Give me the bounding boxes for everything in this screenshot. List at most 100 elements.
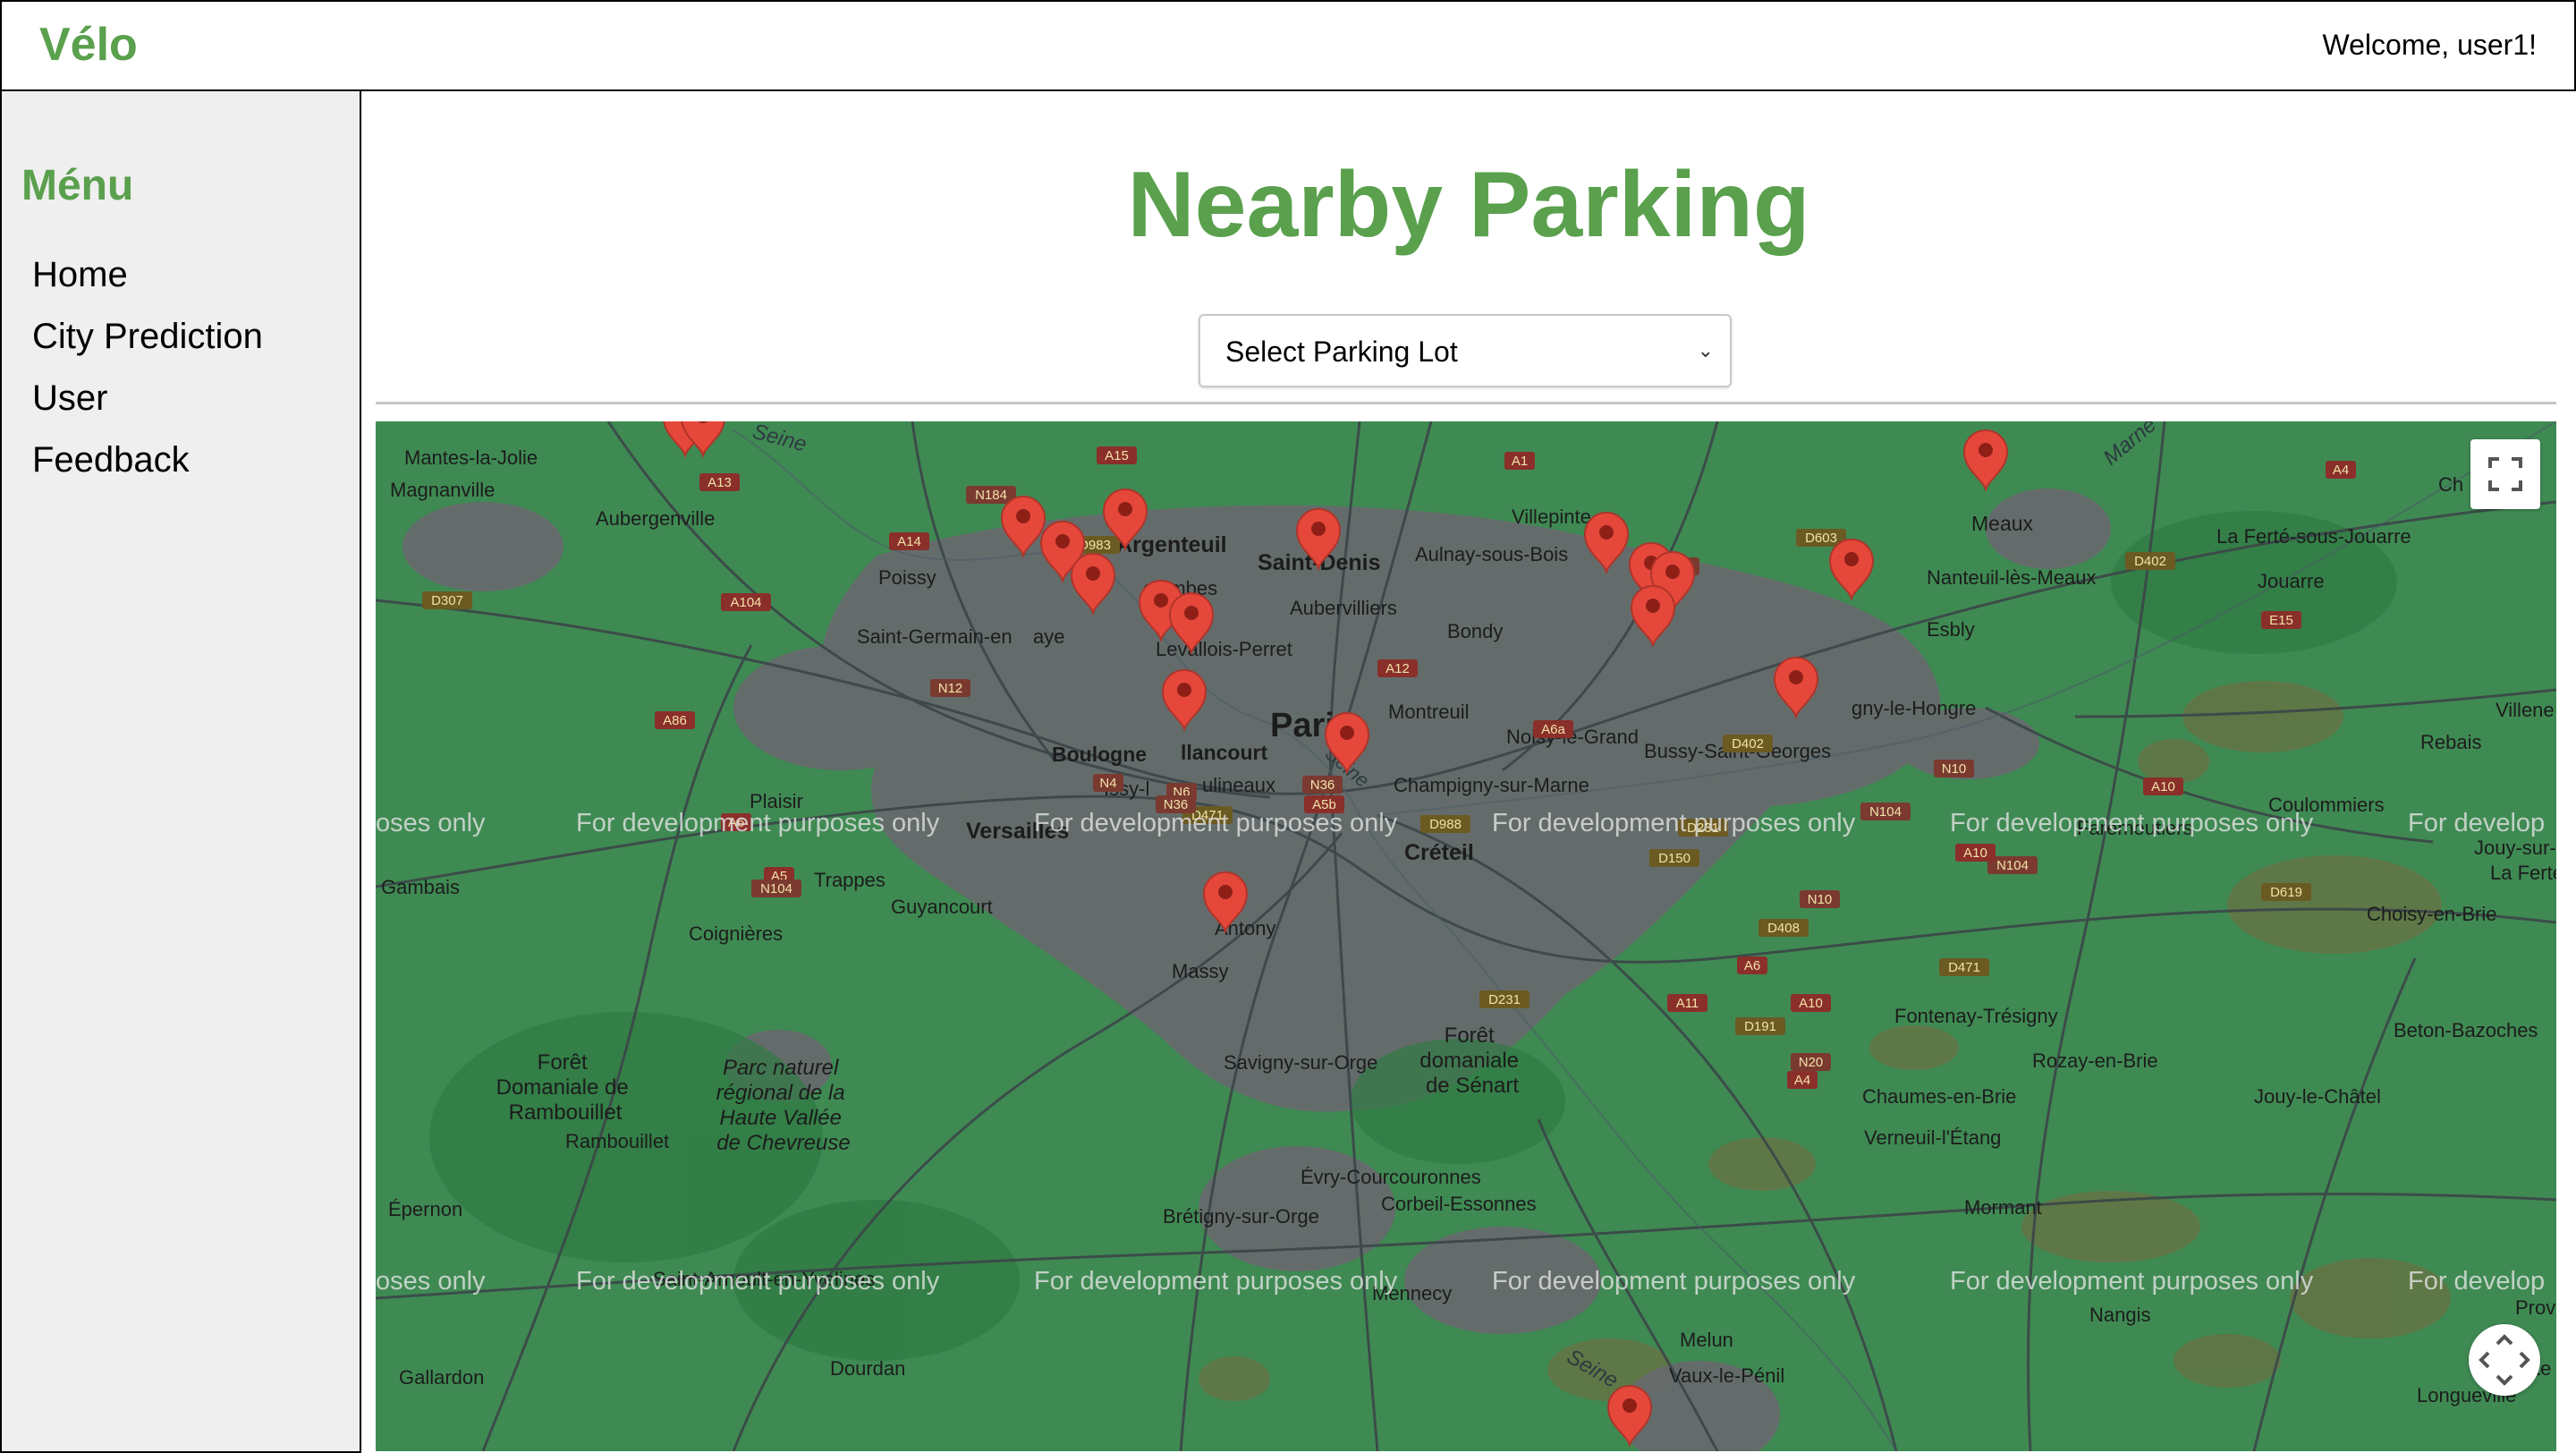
- map-label-foret-senart-3: de Sénart: [1426, 1074, 1519, 1098]
- road-shield: D231: [1479, 990, 1530, 1008]
- map-pin-dot: [1789, 670, 1803, 684]
- road-shield: A4: [2326, 461, 2356, 479]
- map-pin-dot: [1646, 599, 1660, 613]
- map-label-gambais: Gambais: [381, 876, 460, 898]
- map-label-choisy: Choisy-en-Brie: [2367, 903, 2497, 925]
- sidebar-menu: Home City Prediction User Feedback: [32, 252, 263, 499]
- road-shield: D402: [1723, 735, 1773, 752]
- map-label-rambouillet: Rambouillet: [565, 1130, 669, 1152]
- map-pin-dot: [1086, 566, 1100, 581]
- map-label-aubergenville: Aubergenville: [596, 507, 715, 530]
- map-label-massy: Massy: [1172, 960, 1229, 982]
- map-label-moulineaux: ulineaux: [1202, 774, 1275, 796]
- map-label-billancourt: llancourt: [1181, 741, 1267, 764]
- svg-text:N10: N10: [1808, 892, 1833, 907]
- watermark-text: For develop: [2408, 809, 2545, 837]
- sidebar: Ménu Home City Prediction User Feedback: [0, 91, 361, 1453]
- sidebar-item-feedback[interactable]: Feedback: [32, 438, 263, 499]
- map-label-villepinte: Villepinte: [1512, 506, 1591, 528]
- road-shield: N20: [1791, 1053, 1831, 1071]
- road-shield: N10: [1800, 890, 1840, 908]
- road-shield: A14: [889, 532, 929, 550]
- parking-map[interactable]: Paris Argenteuil Saint-Denis Versailles …: [376, 421, 2556, 1451]
- map-label-villeneuve: Villene: [2496, 699, 2555, 721]
- road-shield: A104: [721, 593, 771, 611]
- svg-text:N20: N20: [1799, 1055, 1824, 1070]
- map-label-jouy: Jouy-sur-Mo: [2474, 837, 2556, 859]
- svg-text:D307: D307: [431, 593, 463, 608]
- sidebar-item-user[interactable]: User: [32, 376, 263, 438]
- map-label-levallois: Levallois-Perret: [1156, 638, 1292, 660]
- watermark-text: For develop: [2408, 1267, 2545, 1296]
- road-shield: D408: [1758, 919, 1809, 937]
- svg-text:A12: A12: [1385, 661, 1410, 676]
- map-label-foret-rambouillet-2: Domaniale de: [496, 1075, 629, 1100]
- svg-text:N104: N104: [1869, 804, 1902, 820]
- road-shield: A6a: [1533, 720, 1573, 738]
- map-label-montreuil: Montreuil: [1388, 701, 1469, 723]
- map-label-boulogne: Boulogne: [1052, 743, 1147, 766]
- svg-text:D619: D619: [2270, 885, 2302, 900]
- svg-text:A14: A14: [897, 534, 921, 549]
- map-camera-control-button[interactable]: [2469, 1324, 2540, 1396]
- map-label-epernon: Épernon: [388, 1198, 462, 1220]
- map-label-savigny: Savigny-sur-Orge: [1224, 1051, 1377, 1074]
- map-label-saint-germain: Saint-Germain-en: [857, 625, 1013, 648]
- map-pin-dot: [1340, 726, 1354, 740]
- map-pin-dot: [1844, 552, 1859, 566]
- svg-text:D408: D408: [1767, 921, 1800, 936]
- map-label-champigny: Champigny-sur-Marne: [1394, 774, 1589, 796]
- parking-lot-select[interactable]: Select Parking Lot ⌄: [1199, 314, 1732, 387]
- map-label-meaux: Meaux: [1971, 512, 2034, 535]
- watermark-text: oses only: [376, 809, 486, 837]
- map-label-poissy: Poissy: [878, 566, 936, 589]
- map-pin-dot: [1218, 885, 1233, 899]
- map-canvas[interactable]: Paris Argenteuil Saint-Denis Versailles …: [376, 421, 2556, 1451]
- map-label-bondy: Bondy: [1447, 620, 1503, 642]
- road-shield: N36: [1302, 776, 1343, 794]
- map-pin-dot: [1184, 606, 1199, 620]
- map-label-parc-chevreuse-3: Haute Vallée: [719, 1106, 842, 1130]
- svg-text:A4: A4: [1794, 1073, 1810, 1088]
- sidebar-item-home[interactable]: Home: [32, 252, 263, 314]
- svg-text:A15: A15: [1105, 448, 1129, 463]
- page-title: Nearby Parking: [1127, 153, 1810, 257]
- map-label-provins: Provi: [2515, 1296, 2556, 1319]
- road-shield: D150: [1649, 849, 1699, 867]
- map-label-foret-senart-1: Forêt: [1445, 1024, 1495, 1048]
- map-pin-dot: [1154, 593, 1168, 608]
- svg-text:N4: N4: [1099, 776, 1116, 791]
- map-label-nanteuil: Nanteuil-lès-Meaux: [1927, 566, 2097, 589]
- map-label-melun: Melun: [1680, 1329, 1733, 1351]
- svg-text:D988: D988: [1429, 817, 1462, 832]
- watermark-text: For development purposes only: [1950, 1267, 2314, 1296]
- map-label-ferte: La Ferté-sous-Jouarre: [2216, 525, 2411, 548]
- sidebar-item-city-prediction[interactable]: City Prediction: [32, 314, 263, 376]
- svg-text:D471: D471: [1948, 960, 1980, 975]
- map-label-gallardon: Gallardon: [399, 1366, 484, 1389]
- brand-logo[interactable]: Vélo: [39, 18, 138, 72]
- map-label-nangis: Nangis: [2089, 1304, 2150, 1326]
- map-label-creteil: Créteil: [1404, 840, 1474, 865]
- map-label-coignieres: Coignières: [689, 922, 783, 945]
- svg-text:A10: A10: [1963, 845, 1987, 861]
- map-label-fontenay: Fontenay-Trésigny: [1894, 1005, 2058, 1027]
- road-shield: A11: [1667, 994, 1707, 1012]
- map-pin-dot: [1599, 525, 1614, 540]
- map-label-parc-chevreuse: Parc naturel régional de la Haute Vallée…: [716, 1056, 852, 1155]
- road-shield: D988: [1420, 815, 1470, 833]
- parking-lot-select-value: Select Parking Lot: [1225, 336, 1458, 368]
- map-label-foret-rambouillet-3: Rambouillet: [509, 1100, 623, 1125]
- watermark-text: oses only: [376, 1267, 486, 1296]
- road-shield: D619: [2261, 883, 2311, 901]
- fullscreen-button[interactable]: [2470, 439, 2540, 509]
- road-shield: A10: [1791, 994, 1831, 1012]
- map-label-aulnay: Aulnay-sous-Bois: [1415, 543, 1568, 565]
- svg-text:D402: D402: [2134, 554, 2166, 569]
- map-label-vaux: Vaux-le-Pénil: [1669, 1364, 1784, 1387]
- map-label-guyancourt: Guyancourt: [891, 896, 993, 918]
- map-pin-dot: [1118, 502, 1132, 516]
- map-label-bretigny: Brétigny-sur-Orge: [1163, 1205, 1319, 1228]
- map-label-laye: aye: [1033, 625, 1064, 648]
- map-label-dourdan: Dourdan: [830, 1357, 905, 1380]
